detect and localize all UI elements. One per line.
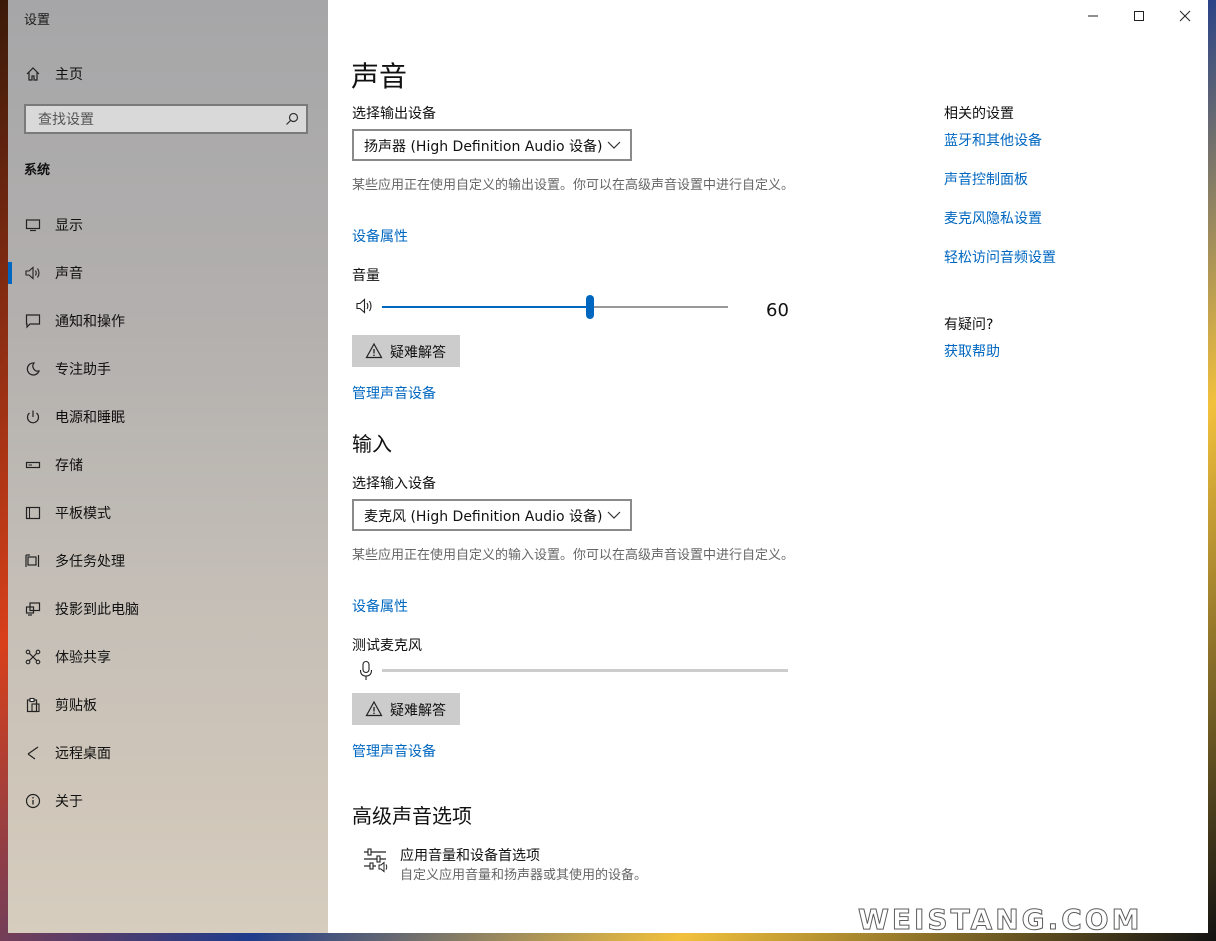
page-title: 声音 — [351, 60, 408, 93]
tablet-icon — [24, 504, 42, 522]
sidebar-item-label: 专注助手 — [55, 362, 111, 378]
output-device-value: 扬声器 (High Definition Audio 设备) — [364, 139, 603, 155]
microphone-icon — [358, 660, 374, 682]
get-help-link[interactable]: 获取帮助 — [944, 341, 1000, 361]
microphone-level-meter — [382, 669, 788, 672]
sidebar-item-home[interactable]: 主页 — [8, 52, 328, 96]
app-volume-title: 应用音量和设备首选项 — [400, 848, 540, 864]
output-troubleshoot-button[interactable]: 疑难解答 — [352, 335, 460, 367]
warning-icon — [365, 342, 383, 359]
clipboard-icon — [24, 696, 42, 714]
volume-label: 音量 — [352, 268, 380, 284]
section-label: 系统 — [24, 163, 51, 178]
output-description: 某些应用正在使用自定义的输出设置。你可以在高级声音设置中进行自定义。 — [352, 178, 795, 193]
app-title: 设置 — [24, 13, 51, 28]
input-description: 某些应用正在使用自定义的输入设置。你可以在高级声音设置中进行自定义。 — [352, 548, 795, 563]
sidebar-item-label: 远程桌面 — [55, 746, 111, 762]
sidebar-item-label: 显示 — [55, 218, 83, 234]
close-icon — [1179, 10, 1191, 22]
search-input[interactable] — [36, 110, 280, 130]
minimize-icon — [1088, 15, 1098, 17]
input-device-dropdown[interactable]: 麦克风 (High Definition Audio 设备) — [352, 499, 632, 531]
output-troubleshoot-label: 疑难解答 — [390, 345, 446, 361]
sidebar-item-remote-desktop[interactable]: 远程桌面 — [8, 731, 328, 775]
sidebar-item-label: 剪贴板 — [55, 698, 97, 714]
close-button[interactable] — [1162, 0, 1208, 32]
remote-desktop-icon — [24, 744, 42, 762]
sidebar-item-clipboard[interactable]: 剪贴板 — [8, 683, 328, 727]
input-device-properties-link[interactable]: 设备属性 — [352, 596, 408, 616]
mixer-icon — [362, 846, 390, 874]
storage-icon — [24, 456, 42, 474]
display-icon — [24, 216, 42, 234]
speaker-icon — [24, 264, 42, 282]
sidebar-item-label: 投影到此电脑 — [55, 602, 139, 618]
output-device-dropdown[interactable]: 扬声器 (High Definition Audio 设备) — [352, 129, 632, 161]
minimize-button[interactable] — [1070, 0, 1116, 32]
sidebar: 设置 主页 系统 显示 声音 — [8, 0, 328, 933]
share-icon — [24, 648, 42, 666]
volume-slider[interactable] — [382, 294, 728, 320]
output-manage-devices-link[interactable]: 管理声音设备 — [352, 383, 436, 403]
sidebar-item-storage[interactable]: 存储 — [8, 443, 328, 487]
sidebar-item-label: 关于 — [55, 794, 83, 810]
search-box[interactable] — [24, 104, 308, 134]
home-icon — [24, 65, 42, 83]
related-link-ease-of-access-audio[interactable]: 轻松访问音频设置 — [944, 247, 1056, 267]
volume-speaker-icon[interactable] — [355, 297, 375, 315]
sidebar-item-label: 体验共享 — [55, 650, 111, 666]
output-device-label: 选择输出设备 — [352, 106, 436, 122]
settings-window: 设置 主页 系统 显示 声音 — [8, 0, 1208, 933]
related-link-microphone-privacy[interactable]: 麦克风隐私设置 — [944, 208, 1042, 228]
input-manage-devices-link[interactable]: 管理声音设备 — [352, 741, 436, 761]
test-microphone-label: 测试麦克风 — [352, 638, 422, 654]
moon-icon — [24, 360, 42, 378]
related-link-sound-control-panel[interactable]: 声音控制面板 — [944, 169, 1028, 189]
chevron-down-icon — [607, 141, 621, 149]
sidebar-item-power[interactable]: 电源和睡眠 — [8, 395, 328, 439]
search-icon[interactable] — [284, 111, 300, 127]
help-heading: 有疑问? — [944, 317, 994, 333]
related-link-bluetooth[interactable]: 蓝牙和其他设备 — [944, 130, 1042, 150]
watermark: WEISTANG.COM — [857, 903, 1143, 937]
sidebar-item-focus-assist[interactable]: 专注助手 — [8, 347, 328, 391]
sidebar-item-multitasking[interactable]: 多任务处理 — [8, 539, 328, 583]
sidebar-item-sound[interactable]: 声音 — [8, 251, 328, 295]
info-icon — [24, 792, 42, 810]
maximize-button[interactable] — [1116, 0, 1162, 32]
sidebar-item-label: 通知和操作 — [55, 314, 125, 330]
volume-slider-thumb[interactable] — [586, 295, 594, 319]
sidebar-item-label: 平板模式 — [55, 506, 111, 522]
sidebar-item-project[interactable]: 投影到此电脑 — [8, 587, 328, 631]
chevron-down-icon — [607, 511, 621, 519]
multitask-icon — [24, 552, 42, 570]
project-icon — [24, 600, 42, 618]
warning-icon — [365, 700, 383, 717]
sidebar-item-label: 存储 — [55, 458, 83, 474]
app-volume-description: 自定义应用音量和扬声器或其使用的设备。 — [400, 868, 648, 883]
power-icon — [24, 408, 42, 426]
sidebar-item-shared-experience[interactable]: 体验共享 — [8, 635, 328, 679]
notification-icon — [24, 312, 42, 330]
input-device-value: 麦克风 (High Definition Audio 设备) — [364, 509, 603, 525]
sidebar-item-notifications[interactable]: 通知和操作 — [8, 299, 328, 343]
sidebar-item-label: 多任务处理 — [55, 554, 125, 570]
advanced-heading: 高级声音选项 — [352, 804, 472, 828]
output-device-properties-link[interactable]: 设备属性 — [352, 226, 408, 246]
app-volume-preferences-item[interactable]: 应用音量和设备首选项 自定义应用音量和扬声器或其使用的设备。 — [360, 842, 780, 884]
volume-value: 60 — [766, 300, 789, 321]
sidebar-item-display[interactable]: 显示 — [8, 203, 328, 247]
sidebar-item-about[interactable]: 关于 — [8, 779, 328, 823]
sidebar-item-label: 主页 — [55, 67, 83, 83]
related-settings-heading: 相关的设置 — [944, 106, 1014, 122]
input-heading: 输入 — [352, 432, 392, 456]
input-device-label: 选择输入设备 — [352, 476, 436, 492]
input-troubleshoot-button[interactable]: 疑难解答 — [352, 693, 460, 725]
sidebar-item-tablet[interactable]: 平板模式 — [8, 491, 328, 535]
volume-slider-fill — [382, 306, 590, 308]
sidebar-item-label: 电源和睡眠 — [55, 410, 125, 426]
maximize-icon — [1134, 11, 1144, 21]
input-troubleshoot-label: 疑难解答 — [390, 703, 446, 719]
sidebar-item-label: 声音 — [55, 266, 83, 282]
